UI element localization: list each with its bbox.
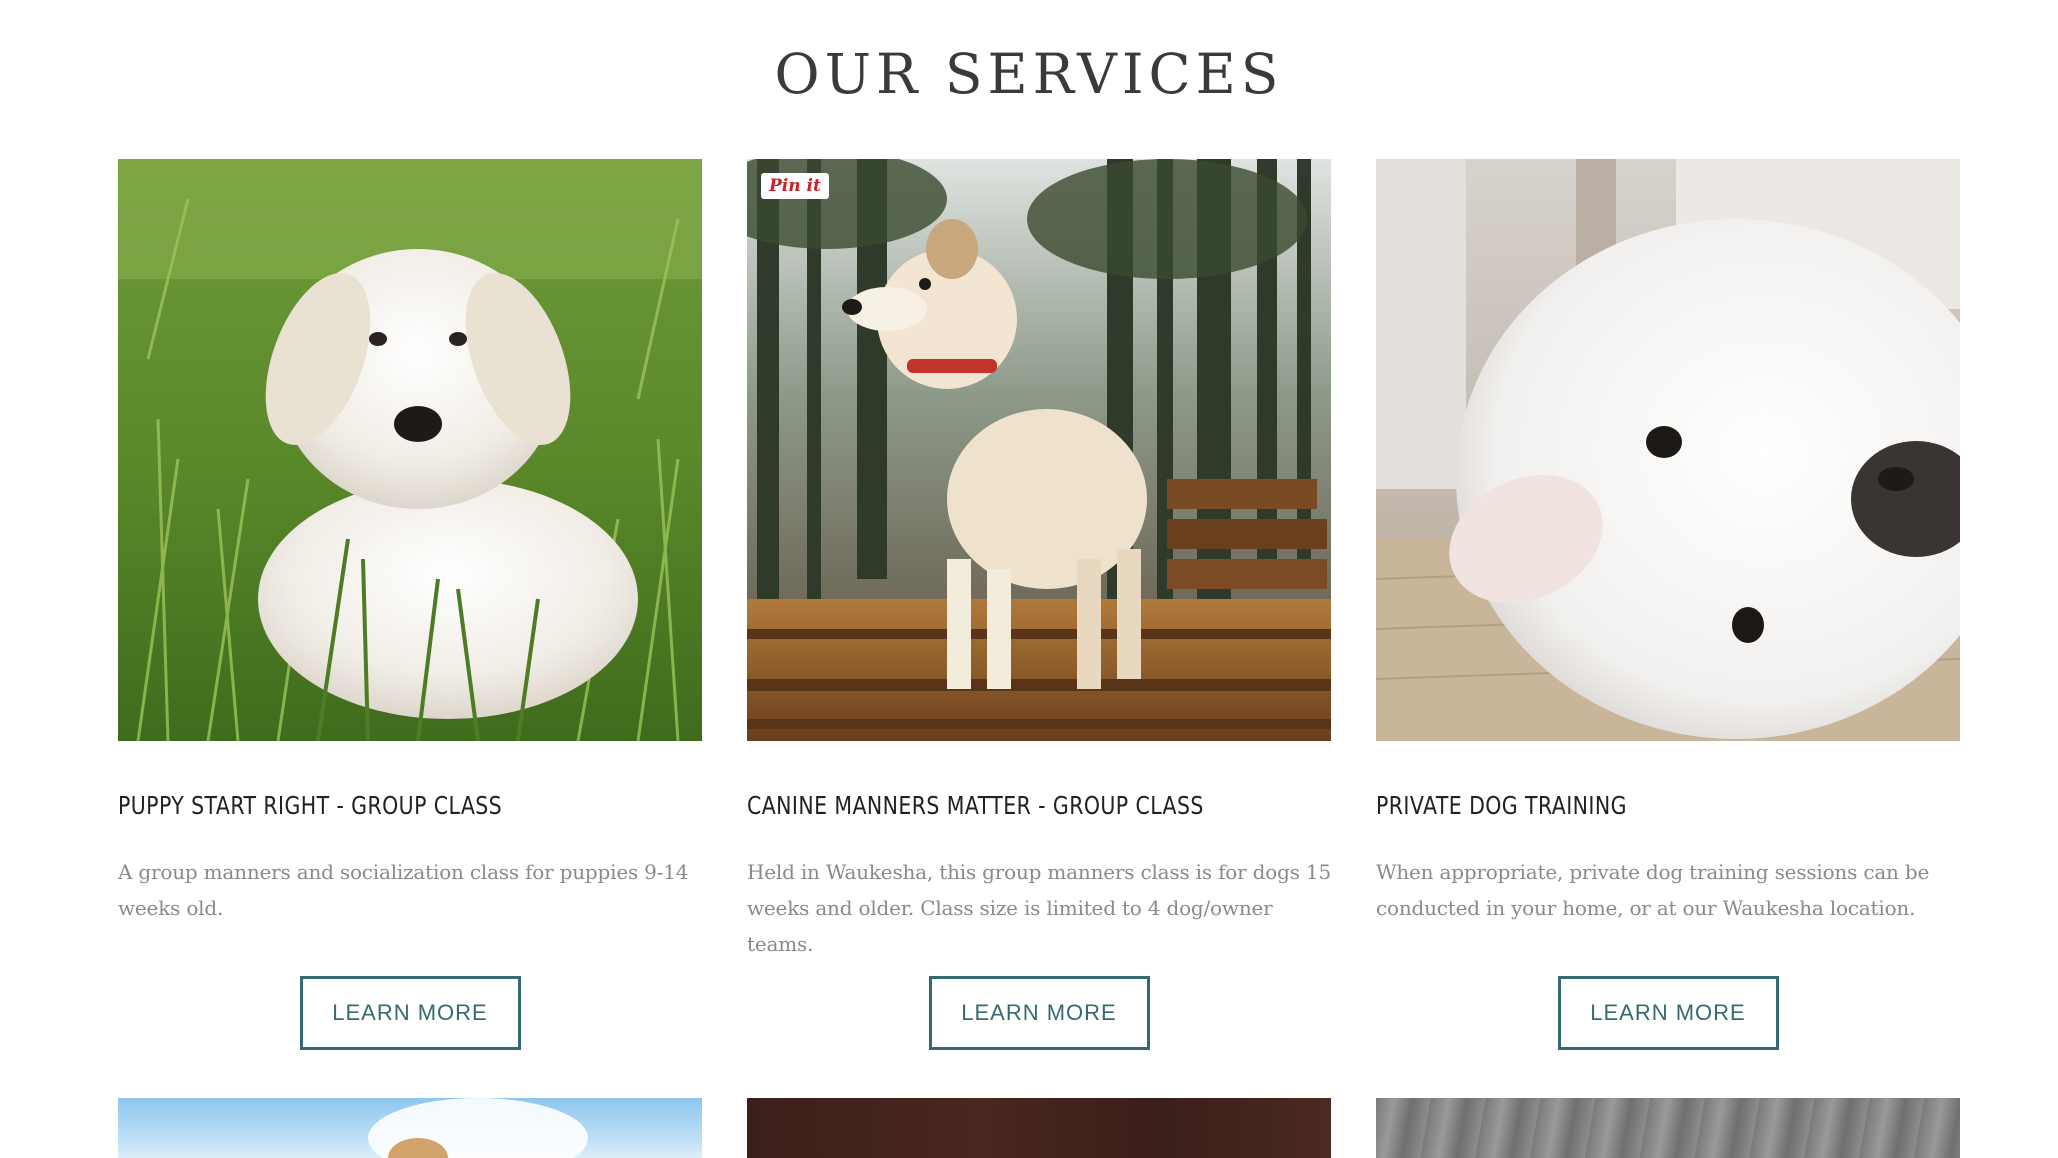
section-title: OUR SERVICES [774,42,1284,106]
service-image-next-1[interactable] [118,1098,702,1158]
learn-more-button[interactable]: LEARN MORE [299,976,521,1050]
service-image-next-3[interactable] [1376,1098,1960,1158]
service-card-private-training: PRIVATE DOG TRAINING When appropriate, p… [1376,159,1960,1050]
puppy-photo [118,159,702,741]
pinterest-pin-button[interactable]: Pin it [761,173,829,199]
learn-more-button[interactable]: LEARN MORE [1557,976,1779,1050]
learn-more-button[interactable]: LEARN MORE [928,976,1150,1050]
sky-photo [368,1098,588,1158]
forest-dog-photo [747,159,1331,741]
service-title: PRIVATE DOG TRAINING [1376,791,1627,820]
service-image-private-training[interactable] [1376,159,1960,741]
service-title: CANINE MANNERS MATTER - GROUP CLASS [747,791,1204,820]
service-card-canine-manners: Pin it CANINE MANNERS MATTER - GROUP CLA… [747,159,1331,1050]
service-image-puppy[interactable] [118,159,702,741]
service-description: A group manners and socialization class … [118,860,689,920]
service-description: When appropriate, private dog training s… [1376,860,1930,920]
service-image-canine-manners[interactable]: Pin it [747,159,1331,741]
service-description: Held in Waukesha, this group manners cla… [747,860,1331,956]
service-image-next-2[interactable] [747,1098,1331,1158]
white-dog-photo [1376,159,1960,741]
service-title: PUPPY START RIGHT - GROUP CLASS [118,791,503,820]
service-card-puppy: PUPPY START RIGHT - GROUP CLASS A group … [118,159,702,1050]
